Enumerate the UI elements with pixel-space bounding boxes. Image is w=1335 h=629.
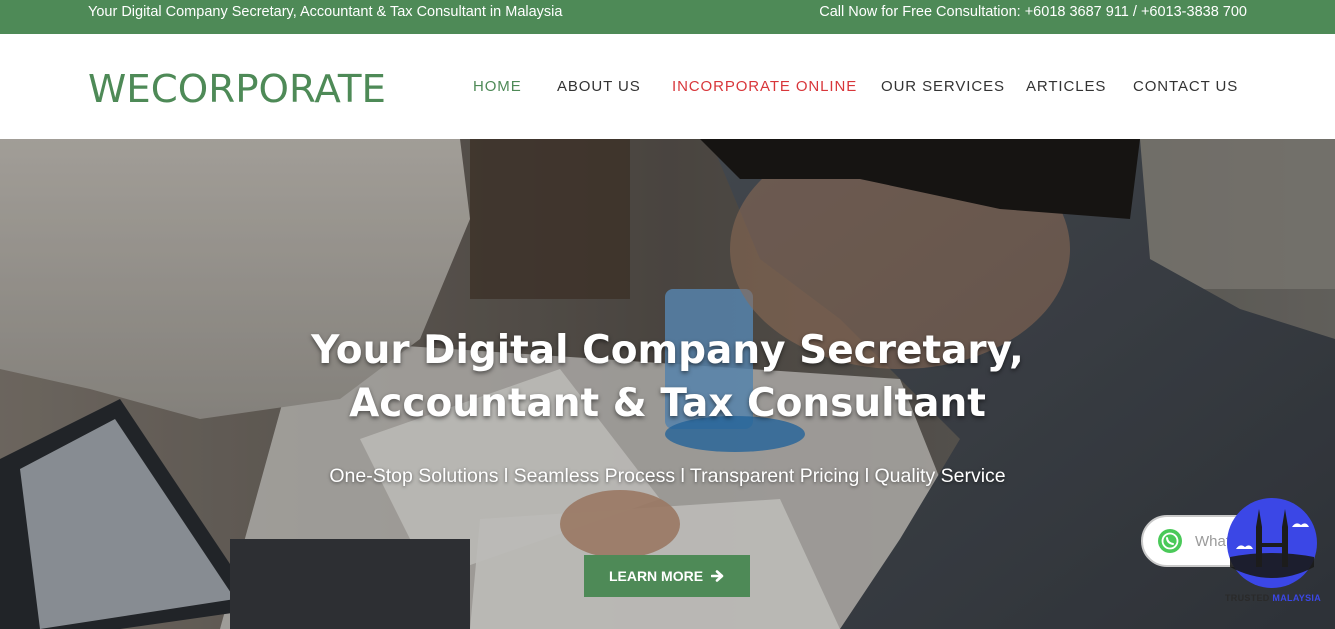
nav-articles[interactable]: ARTICLES: [1026, 78, 1106, 95]
hero-subtitle: One-Stop Solutions l Seamless Process l …: [329, 465, 1006, 487]
whatsapp-icon: [1158, 529, 1182, 553]
site-header: WECORPORATE HOME ABOUT US INCORPORATE ON…: [0, 34, 1335, 139]
nav-incorporate-online[interactable]: INCORPORATE ONLINE: [672, 78, 857, 95]
whatsapp-label: What: [1195, 532, 1231, 550]
topbar-tagline: Your Digital Company Secretary, Accounta…: [88, 4, 563, 20]
badge-caption-accent: MALAYSIA: [1272, 593, 1321, 603]
arrow-right-icon: [711, 570, 724, 582]
nav-our-services[interactable]: OUR SERVICES: [881, 78, 1005, 95]
badge-caption-prefix: TRUSTED: [1225, 593, 1270, 603]
main-nav: HOME ABOUT US INCORPORATE ONLINE OUR SER…: [0, 34, 1335, 139]
hero-title: Your Digital Company Secretary, Accounta…: [0, 324, 1335, 430]
nav-home[interactable]: HOME: [473, 78, 522, 95]
hero-title-line-1: Your Digital Company Secretary,: [311, 328, 1024, 373]
hero-banner: Your Digital Company Secretary, Accounta…: [0, 139, 1335, 629]
trusted-malaysia-badge[interactable]: [1226, 497, 1318, 589]
badge-caption: TRUSTED MALAYSIA: [1218, 593, 1328, 603]
nav-contact-us[interactable]: CONTACT US: [1133, 78, 1238, 95]
hero-title-line-2: Accountant & Tax Consultant: [349, 381, 986, 426]
topbar-contact[interactable]: Call Now for Free Consultation: +6018 36…: [819, 0, 1247, 24]
top-info-bar: Your Digital Company Secretary, Accounta…: [0, 0, 1335, 34]
nav-about-us[interactable]: ABOUT US: [557, 78, 641, 95]
learn-more-label: LEARN MORE: [608, 568, 704, 584]
learn-more-button[interactable]: LEARN MORE: [584, 555, 750, 597]
